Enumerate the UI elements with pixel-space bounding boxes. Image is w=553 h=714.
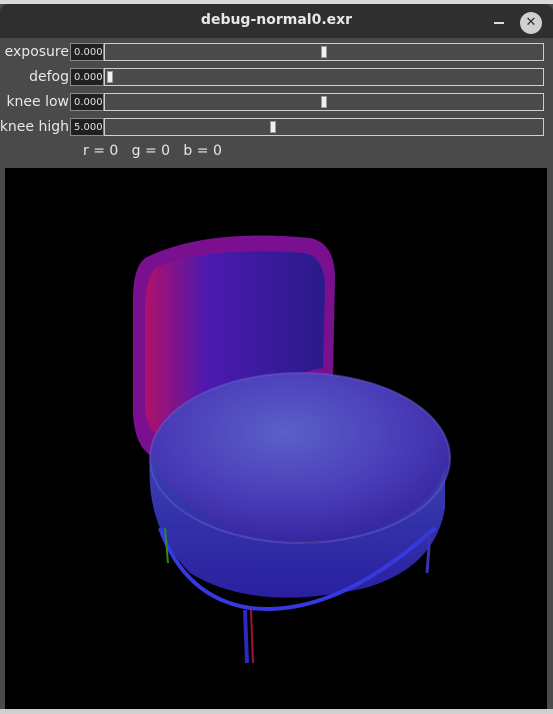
- knee-low-row: knee low 0.000: [0, 92, 553, 114]
- knee-high-slider[interactable]: [104, 118, 544, 136]
- viewer-panel: exposure 0.000 defog 0.0000 knee low 0.0…: [0, 38, 553, 714]
- knee-high-label: knee high: [0, 119, 69, 135]
- defog-slider-thumb[interactable]: [107, 71, 113, 83]
- image-viewport[interactable]: [5, 168, 547, 710]
- minimize-icon[interactable]: [494, 17, 504, 27]
- exposure-slider[interactable]: [104, 43, 544, 61]
- defog-value-field[interactable]: 0.0000: [70, 68, 104, 86]
- window-title: debug-normal0.exr: [200, 12, 353, 28]
- knee-high-row: knee high 5.000: [0, 117, 553, 139]
- exposure-label: exposure: [4, 44, 69, 60]
- exposure-value-field[interactable]: 0.000: [70, 43, 104, 61]
- knee-high-slider-thumb[interactable]: [269, 121, 276, 133]
- knee-low-slider[interactable]: [104, 93, 544, 111]
- knee-low-value-field[interactable]: 0.000: [70, 93, 104, 111]
- exposure-slider-thumb[interactable]: [321, 46, 327, 58]
- chair-normal-render: [133, 235, 451, 664]
- knee-low-label: knee low: [6, 94, 69, 110]
- title-bar[interactable]: debug-normal0.exr ✕: [0, 4, 553, 38]
- pixel-value-readout: r = 0 g = 0 b = 0: [83, 143, 222, 159]
- exposure-row: exposure 0.000: [0, 42, 553, 64]
- knee-low-slider-thumb[interactable]: [321, 96, 327, 108]
- defog-label: defog: [29, 69, 69, 85]
- defog-slider[interactable]: [104, 68, 544, 86]
- close-icon[interactable]: ✕: [520, 12, 542, 34]
- defog-row: defog 0.0000: [0, 67, 553, 89]
- knee-high-value-field[interactable]: 5.000: [70, 118, 104, 136]
- window-bottom-edge: [0, 709, 553, 714]
